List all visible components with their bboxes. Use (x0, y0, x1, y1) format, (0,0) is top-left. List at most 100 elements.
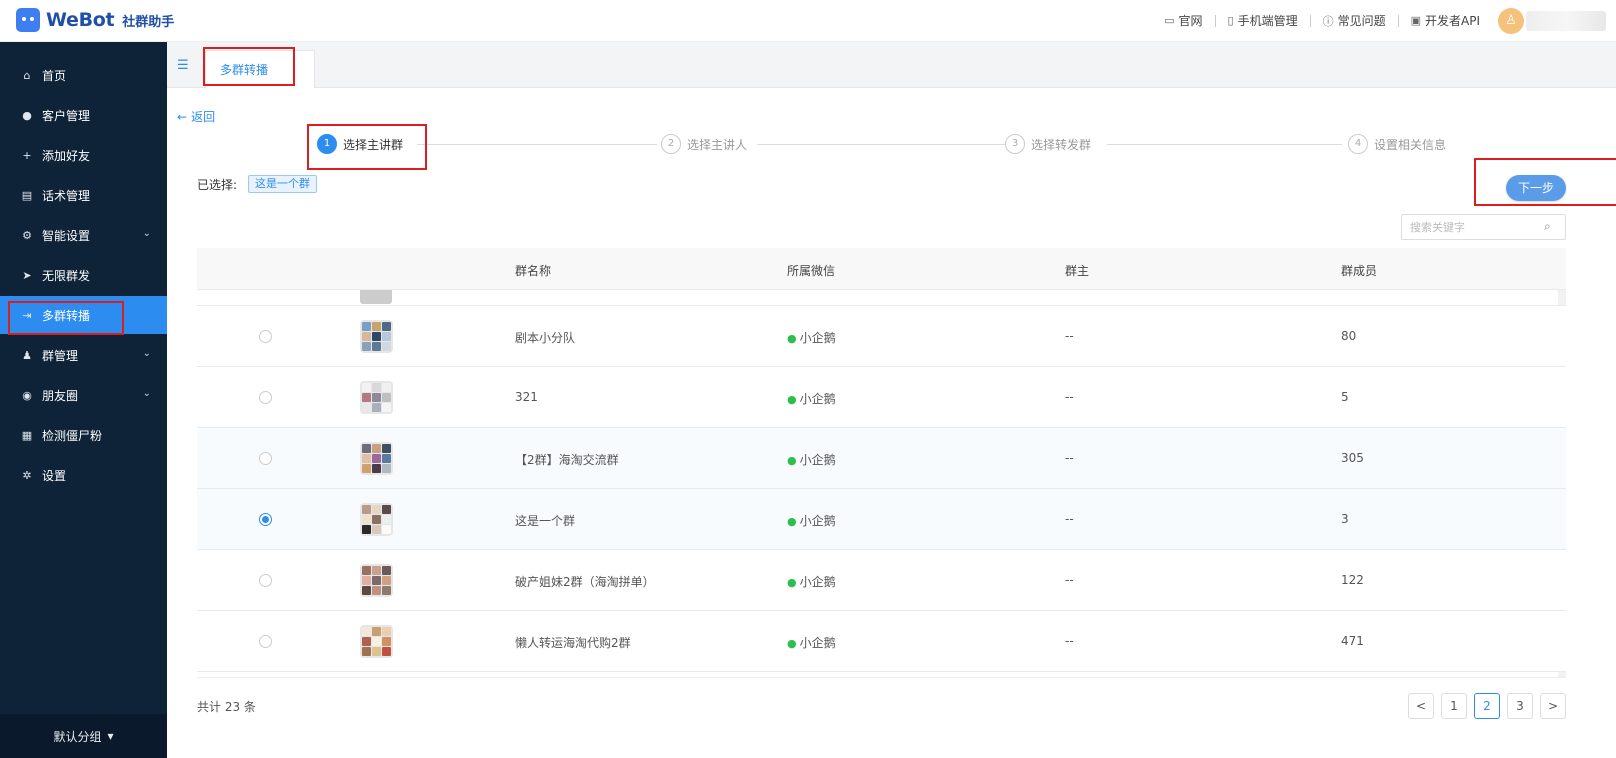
wechat-name: 小企鹅 (799, 392, 836, 406)
table-row-selected[interactable]: 这是一个群 ● 小企鹅 -- 3 (197, 489, 1566, 550)
nav-developer-api[interactable]: ▣ 开发者API (1399, 12, 1492, 29)
moments-icon: ◉ (22, 388, 32, 402)
broadcast-icon: ⇥ (22, 308, 32, 322)
table-header: 群名称 所属微信 群主 群成员 (197, 248, 1566, 290)
step-number: 4 (1348, 134, 1368, 154)
cell-owner: -- (1065, 573, 1074, 587)
group-avatar (360, 290, 392, 304)
tab-label: 多群转播 (220, 63, 269, 77)
table-row[interactable]: 【2群】海淘交流群 ● 小企鹅 -- 305 (197, 428, 1566, 489)
settings-icon: ⚙ (22, 228, 32, 242)
cell-group-name: 破产姐妹2群（海淘拼单） (515, 575, 655, 589)
sidebar-item-scripts[interactable]: ▤ 话术管理 (0, 176, 167, 214)
cell-members: 3 (1341, 512, 1349, 526)
api-icon: ▣ (1410, 14, 1421, 27)
cell-members: 80 (1341, 329, 1357, 343)
cell-members: 471 (1341, 634, 1364, 648)
step-number: 1 (317, 134, 337, 154)
monitor-chart-icon: ▦ (21, 428, 33, 442)
step-indicator: 1 选择主讲群 2 选择主讲人 3 选择转发群 4 设置相关信息 (317, 134, 1457, 156)
wechat-icon: ● (787, 332, 797, 345)
row-radio[interactable] (259, 574, 272, 587)
document-icon: ▤ (21, 188, 33, 202)
cell-wechat: ● 小企鹅 (787, 634, 836, 651)
sidebar-item-label: 话术管理 (42, 188, 91, 203)
send-icon: ➤ (22, 268, 32, 282)
sidebar-item-settings[interactable]: ✲ 设置 (0, 456, 167, 494)
search-icon[interactable]: ⌕ (1544, 219, 1551, 234)
back-link[interactable]: ← 返回 (177, 108, 215, 125)
nav-label: 手机端管理 (1237, 14, 1298, 28)
logo-text: WeBot (46, 9, 115, 31)
chevron-down-icon: ⌄ (142, 348, 151, 359)
table-row[interactable]: 破产姐妹2群（海淘拼单） ● 小企鹅 -- 122 (197, 550, 1566, 611)
nav-mobile-management[interactable]: ▯ 手机端管理 (1216, 12, 1310, 29)
pagination-page-2[interactable]: 2 (1474, 693, 1500, 719)
arrow-left-icon: ← (177, 109, 188, 124)
tab-strip: ☰ 多群转播 (167, 42, 1616, 88)
sidebar-item-add-friend[interactable]: + 添加好友 (0, 136, 167, 174)
step-label: 选择转发群 (1031, 137, 1092, 152)
cell-members: 5 (1341, 390, 1349, 404)
user-name-blurred[interactable] (1526, 11, 1606, 31)
nav-official-site[interactable]: ▭ 官网 (1152, 12, 1214, 29)
group-avatar (360, 381, 393, 414)
monitor-icon: ▭ (1164, 14, 1175, 27)
pagination-page-3[interactable]: 3 (1507, 693, 1533, 719)
step-1: 1 选择主讲群 (317, 134, 410, 154)
chevron-down-icon: ⌄ (142, 228, 151, 239)
sidebar-item-smart-settings[interactable]: ⚙ 智能设置 ⌄ (0, 216, 167, 254)
row-radio[interactable] (259, 391, 272, 404)
column-header-owner: 群主 (1065, 264, 1090, 278)
row-radio[interactable] (259, 452, 272, 465)
sidebar-item-multi-group-broadcast[interactable]: ⇥ 多群转播 (0, 296, 167, 334)
table-row[interactable]: 321 ● 小企鹅 -- 5 (197, 367, 1566, 428)
user-icon: ● (22, 108, 32, 122)
sidebar-item-zombie-check[interactable]: ▦ 检测僵尸粉 (0, 416, 167, 454)
wechat-icon: ● (787, 576, 797, 589)
sidebar-item-group-management[interactable]: ♟ 群管理 ⌄ (0, 336, 167, 374)
step-label: 设置相关信息 (1374, 137, 1447, 152)
app-logo[interactable]: WeBot 社群助手 (16, 8, 174, 32)
sidebar-item-mass-send[interactable]: ➤ 无限群发 (0, 256, 167, 294)
cell-owner: -- (1065, 634, 1074, 648)
step-connector (417, 144, 657, 145)
user-avatar[interactable]: ♙ (1498, 8, 1524, 34)
wechat-icon: ● (787, 393, 797, 406)
wechat-name: 小企鹅 (799, 636, 836, 650)
chevron-down-icon: ⌄ (142, 388, 151, 399)
search-input[interactable] (1401, 214, 1566, 240)
pagination-page-1[interactable]: 1 (1441, 693, 1467, 719)
top-nav: ▭ 官网 ▯ 手机端管理 ⓘ 常见问题 ▣ 开发者API (1152, 12, 1492, 29)
wechat-name: 小企鹅 (799, 453, 836, 467)
wechat-name: 小企鹅 (799, 575, 836, 589)
sidebar-item-home[interactable]: ⌂ 首页 (0, 56, 167, 94)
group-icon: ♟ (22, 348, 32, 362)
home-icon: ⌂ (23, 68, 31, 82)
nav-faq[interactable]: ⓘ 常见问题 (1311, 12, 1398, 29)
sidebar-item-customers[interactable]: ● 客户管理 (0, 96, 167, 134)
sidebar-item-moments[interactable]: ◉ 朋友圈 ⌄ (0, 376, 167, 414)
row-radio[interactable] (259, 330, 272, 343)
pagination-prev[interactable]: < (1408, 693, 1434, 719)
table-row[interactable]: 懒人转运海淘代购2群 ● 小企鹅 -- 471 (197, 611, 1566, 672)
step-2: 2 选择主讲人 (661, 134, 754, 154)
cell-members: 122 (1341, 573, 1364, 587)
step-label: 选择主讲群 (343, 137, 404, 152)
cell-wechat: ● 小企鹅 (787, 329, 836, 346)
table-row[interactable]: 剧本小分队 ● 小企鹅 -- 80 (197, 306, 1566, 367)
selected-label: 已选择: (197, 178, 238, 192)
sidebar-item-label: 检测僵尸粉 (42, 428, 103, 443)
row-radio[interactable] (259, 513, 272, 526)
row-radio[interactable] (259, 635, 272, 648)
pagination-next[interactable]: > (1540, 693, 1566, 719)
cell-group-name: 321 (515, 390, 538, 404)
cell-wechat: ● 小企鹅 (787, 512, 836, 529)
group-selector[interactable]: 默认分组 ▾ (0, 714, 167, 758)
next-step-button[interactable]: 下一步 (1506, 175, 1566, 201)
tab-multi-group-broadcast[interactable]: 多群转播 (205, 50, 315, 88)
menu-collapse-icon[interactable]: ☰ (177, 58, 189, 73)
cell-group-name: 这是一个群 (515, 514, 576, 528)
wechat-icon: ● (787, 454, 797, 467)
step-number: 3 (1005, 134, 1025, 154)
